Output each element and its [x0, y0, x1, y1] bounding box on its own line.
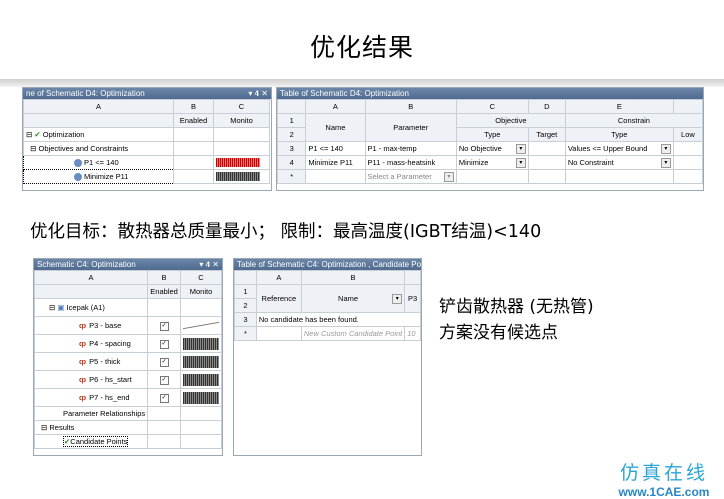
chevron-down-icon[interactable]: ▾ — [660, 157, 671, 168]
monitor-chart — [183, 337, 219, 350]
chevron-down-icon[interactable]: ▾ — [392, 293, 403, 304]
parameter-icon: ȹ — [79, 357, 87, 366]
tree-param[interactable]: ȹ P5 - thick — [34, 352, 149, 371]
constraint-type-select[interactable]: No Constraint ▾ — [564, 155, 674, 170]
no-candidate-message: No candidate has been found. — [255, 312, 421, 327]
panel-title: Table of Schematic C4: Optimization , Ca… — [237, 260, 421, 269]
col-a[interactable]: A — [23, 99, 174, 114]
panel-title: Table of Schematic D4: Optimization — [280, 89, 409, 98]
tree-optimization[interactable]: ⊟ ✔ Optimization — [23, 127, 174, 142]
enabled-checkbox[interactable]: ✓ — [159, 340, 169, 349]
chevron-down-icon[interactable]: ▾ — [443, 171, 454, 182]
monitor-chart — [183, 321, 219, 331]
monitor-chart — [183, 391, 219, 404]
tree-param[interactable]: ȹ P3 - base — [34, 316, 149, 335]
tree-param[interactable]: ȹ P7 - hs_end — [34, 388, 149, 407]
slide-subtitle: 优化目标：散热器总质量最小； 限制：最高温度(IGBT结温)<140 — [30, 222, 542, 242]
tree-candidate-points[interactable]: ✔Candidate Points — [34, 434, 149, 449]
tree-results[interactable]: ⊟ Results — [34, 420, 149, 435]
constraint-type-select[interactable]: Values <= Upper Bound ▾ — [564, 141, 674, 156]
outline-panel-c4: Schematic C4: Optimization ▾ 𝟒 ✕ ABC Enab… — [33, 258, 223, 456]
panel-controls[interactable]: ▾ 𝟒 ✕ — [248, 88, 268, 99]
col-b[interactable]: B — [173, 99, 214, 114]
monitor-chart — [216, 172, 260, 182]
parameter-icon: ȹ — [79, 321, 87, 330]
tree-p11[interactable]: Minimize P11 — [23, 169, 174, 184]
slide-note: 铲齿散热器 (无热管) 方案没有候选点 — [439, 297, 594, 343]
table-panel-d4: Table of Schematic D4: Optimization ABCD… — [276, 87, 704, 191]
outline-table: ABC Enabled Monito ⊟ ▣ Icepak (A1) ȹ P3 - … — [34, 270, 222, 449]
chevron-down-icon[interactable]: ▾ — [515, 143, 526, 154]
enabled-checkbox[interactable]: ✓ — [159, 376, 169, 385]
chevron-down-icon[interactable]: ▾ — [660, 143, 671, 154]
check-icon: ✔ — [34, 130, 41, 139]
outline-panel-d4: ne of Schematic D4: Optimization ▾ 𝟒 ✕ AB… — [22, 87, 272, 191]
accent-bar — [0, 79, 724, 87]
outline-table: ABC Enabled Monito ⊟ ✔ Optimization ⊟ Obj… — [23, 99, 270, 184]
enabled-checkbox[interactable]: ✓ — [159, 394, 169, 403]
monitor-chart — [183, 373, 219, 386]
panel-title: ne of Schematic D4: Optimization — [26, 89, 145, 98]
objective-type-select[interactable]: No Objective ▾ — [455, 141, 529, 156]
objective-icon — [74, 159, 82, 167]
enabled-checkbox[interactable]: ✓ — [159, 358, 169, 367]
tree-objectives[interactable]: ⊟ Objectives and Constraints — [23, 141, 174, 156]
parameter-icon: ȹ — [79, 375, 87, 384]
panel-controls[interactable]: ▾ 𝟒 ✕ — [199, 259, 219, 270]
tree-icepak[interactable]: ⊟ ▣ Icepak (A1) — [34, 298, 149, 317]
select-parameter[interactable]: Select a Parameter ▾ — [364, 169, 457, 184]
parameter-icon: ȹ — [79, 393, 87, 402]
enabled-header: Enabled — [173, 113, 214, 128]
tree-param[interactable]: ȹ P6 - hs_start — [34, 370, 149, 389]
monitor-chart — [216, 158, 260, 168]
tree-p1[interactable]: P1 <= 140 — [23, 155, 174, 170]
candidate-points-panel: Table of Schematic C4: Optimization , Ca… — [233, 258, 422, 456]
panel-title: Schematic C4: Optimization — [37, 260, 136, 269]
tree-param[interactable]: ȹ P4 - spacing — [34, 334, 149, 353]
watermark: 仿真在线 www.1CAE.com — [618, 462, 710, 499]
objectives-table: ABCDE 1 Name Parameter Objective Constrain 2… — [277, 99, 703, 184]
icepak-icon: ▣ — [57, 303, 65, 312]
enabled-checkbox[interactable]: ✓ — [159, 322, 169, 331]
tree-relationships[interactable]: Parameter Relationships — [34, 406, 149, 421]
monitor-header: Monito — [213, 113, 270, 128]
slide-title: 优化结果 — [309, 33, 414, 62]
objective-icon — [74, 173, 82, 181]
monitor-chart — [183, 355, 219, 368]
objective-type-select[interactable]: Minimize ▾ — [455, 155, 529, 170]
chevron-down-icon[interactable]: ▾ — [515, 157, 526, 168]
parameter-icon: ȹ — [79, 339, 87, 348]
col-c[interactable]: C — [213, 99, 270, 114]
candidate-table: AB 1 Reference Name ▾ P3 2 3 No candidate has… — [234, 270, 421, 341]
new-candidate-point[interactable]: New Custom Candidate Point — [300, 326, 406, 341]
